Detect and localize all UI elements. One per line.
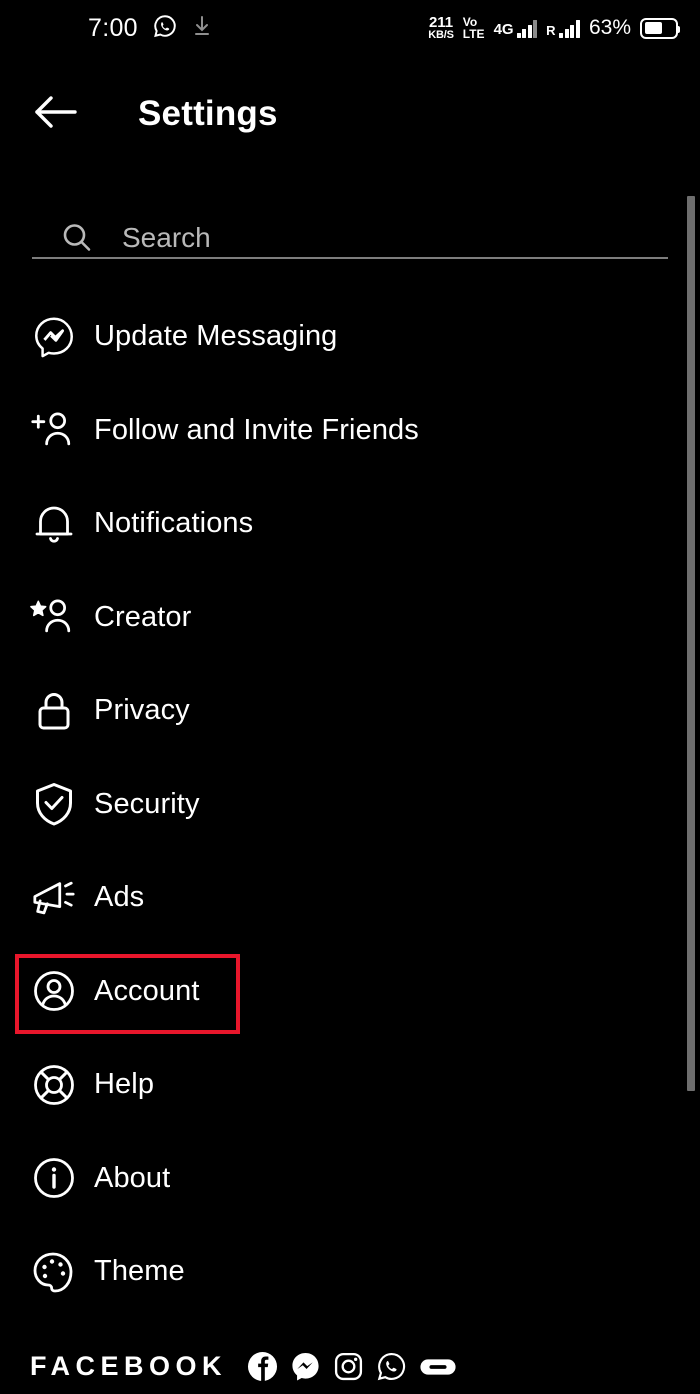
footer-brand-label: FACEBOOK <box>30 1351 228 1381</box>
settings-item-about[interactable]: About <box>0 1132 700 1226</box>
settings-item-follow-and-invite-friends[interactable]: Follow and Invite Friends <box>0 384 700 478</box>
roaming-label: R <box>546 22 556 38</box>
settings-item-creator[interactable]: Creator <box>0 571 700 665</box>
settings-item-label: Notifications <box>94 507 254 540</box>
settings-item-privacy[interactable]: Privacy <box>0 664 700 758</box>
network-speed-unit: KB/S <box>428 29 454 42</box>
palette-icon <box>30 1248 78 1296</box>
search-icon <box>60 221 94 255</box>
volte-icon: Vo LTE <box>463 16 485 40</box>
megaphone-icon <box>30 874 78 922</box>
status-bar-right: 211 KB/S Vo LTE 4G R 63% <box>428 0 680 56</box>
phone-screen: 7:00 211 KB/S Vo LTE 4G R 63% Settings S… <box>0 0 700 1394</box>
whatsapp-icon[interactable] <box>376 1351 407 1382</box>
facebook-icon[interactable] <box>247 1351 278 1382</box>
battery-icon <box>640 17 680 39</box>
settings-item-label: Theme <box>94 1255 185 1288</box>
shield-check-icon <box>30 780 78 828</box>
status-bar-left: 7:00 <box>88 13 212 44</box>
settings-list: Update Messaging Follow and Invite Frien… <box>0 290 700 1319</box>
add-person-icon <box>30 406 78 454</box>
network-speed-value: 211 <box>428 13 454 31</box>
vertical-scrollbar[interactable] <box>687 196 695 1091</box>
settings-item-label: Follow and Invite Friends <box>94 413 419 446</box>
settings-item-label: About <box>94 1161 171 1194</box>
back-button[interactable] <box>20 79 90 149</box>
footer-brand-bar: FACEBOOK <box>30 1351 457 1382</box>
info-circle-icon <box>30 1154 78 1202</box>
messenger-icon <box>30 313 78 361</box>
roaming-signal-indicator: R <box>546 19 580 38</box>
settings-item-label: Update Messaging <box>94 320 338 353</box>
settings-item-label: Creator <box>94 600 192 633</box>
whatsapp-icon <box>152 13 178 44</box>
settings-item-ads[interactable]: Ads <box>0 851 700 945</box>
search-divider <box>32 257 668 259</box>
messenger-icon[interactable] <box>290 1351 321 1382</box>
volte-bottom-label: LTE <box>462 27 485 41</box>
status-bar: 7:00 211 KB/S Vo LTE 4G R 63% <box>0 0 700 56</box>
footer-app-icons <box>247 1351 457 1382</box>
lock-icon <box>30 687 78 735</box>
settings-item-security[interactable]: Security <box>0 758 700 852</box>
settings-item-label: Ads <box>94 881 145 914</box>
settings-item-help[interactable]: Help <box>0 1038 700 1132</box>
search-placeholder: Search <box>122 222 211 253</box>
back-arrow-icon <box>31 93 79 136</box>
account-circle-icon <box>30 967 78 1015</box>
lifebuoy-icon <box>30 1061 78 1109</box>
download-icon <box>192 14 212 43</box>
signal-bars-icon <box>516 19 538 38</box>
settings-item-account[interactable]: Account <box>0 945 700 1039</box>
mobile-data-indicator: 4G <box>494 19 538 38</box>
settings-item-theme[interactable]: Theme <box>0 1225 700 1319</box>
app-header: Settings <box>0 78 700 150</box>
status-clock: 7:00 <box>88 13 138 42</box>
settings-item-notifications[interactable]: Notifications <box>0 477 700 571</box>
page-title: Settings <box>138 94 278 133</box>
star-person-icon <box>30 593 78 641</box>
battery-percent-label: 63% <box>588 16 631 39</box>
oculus-icon[interactable] <box>419 1356 457 1378</box>
network-type-label: 4G <box>493 20 514 38</box>
settings-item-update-messaging[interactable]: Update Messaging <box>0 290 700 384</box>
signal-bars-icon-2 <box>559 19 580 38</box>
settings-item-label: Privacy <box>94 694 190 727</box>
instagram-icon[interactable] <box>333 1351 364 1382</box>
settings-item-label: Help <box>94 1068 155 1101</box>
settings-item-label: Account <box>94 974 200 1007</box>
bell-icon <box>30 500 78 548</box>
settings-item-label: Security <box>94 787 200 820</box>
network-speed-indicator: 211 KB/S <box>428 13 454 42</box>
